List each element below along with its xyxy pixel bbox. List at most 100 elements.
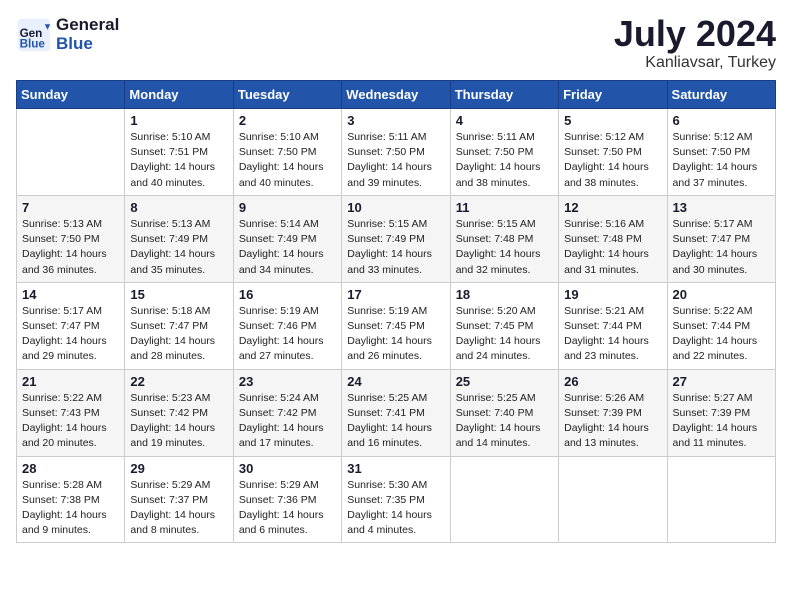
calendar-cell: 10 Sunrise: 5:15 AMSunset: 7:49 PMDayligh… <box>342 195 450 282</box>
calendar-header-saturday: Saturday <box>667 81 775 109</box>
day-info: Sunrise: 5:25 AMSunset: 7:41 PMDaylight:… <box>347 391 444 452</box>
day-number: 8 <box>130 200 227 215</box>
calendar-cell: 29 Sunrise: 5:29 AMSunset: 7:37 PMDayligh… <box>125 456 233 543</box>
day-number: 25 <box>456 374 553 389</box>
calendar-cell: 1 Sunrise: 5:10 AMSunset: 7:51 PMDaylight… <box>125 109 233 196</box>
day-info: Sunrise: 5:22 AMSunset: 7:44 PMDaylight:… <box>673 304 770 365</box>
day-number: 31 <box>347 461 444 476</box>
calendar-week-row: 28 Sunrise: 5:28 AMSunset: 7:38 PMDayligh… <box>17 456 776 543</box>
day-info: Sunrise: 5:28 AMSunset: 7:38 PMDaylight:… <box>22 478 119 539</box>
day-number: 7 <box>22 200 119 215</box>
day-number: 29 <box>130 461 227 476</box>
calendar-header-friday: Friday <box>559 81 667 109</box>
month-year-title: July 2024 <box>614 16 776 52</box>
calendar-header-row: SundayMondayTuesdayWednesdayThursdayFrid… <box>17 81 776 109</box>
calendar-cell: 23 Sunrise: 5:24 AMSunset: 7:42 PMDayligh… <box>233 369 341 456</box>
day-number: 13 <box>673 200 770 215</box>
day-info: Sunrise: 5:13 AMSunset: 7:49 PMDaylight:… <box>130 217 227 278</box>
day-info: Sunrise: 5:29 AMSunset: 7:36 PMDaylight:… <box>239 478 336 539</box>
calendar-cell: 2 Sunrise: 5:10 AMSunset: 7:50 PMDaylight… <box>233 109 341 196</box>
day-info: Sunrise: 5:19 AMSunset: 7:46 PMDaylight:… <box>239 304 336 365</box>
day-info: Sunrise: 5:16 AMSunset: 7:48 PMDaylight:… <box>564 217 661 278</box>
day-info: Sunrise: 5:17 AMSunset: 7:47 PMDaylight:… <box>22 304 119 365</box>
calendar-cell: 21Sunrise: 5:22 AMSunset: 7:43 PMDayligh… <box>17 369 125 456</box>
day-number: 23 <box>239 374 336 389</box>
day-number: 11 <box>456 200 553 215</box>
logo-blue: Blue <box>56 35 119 54</box>
day-info: Sunrise: 5:24 AMSunset: 7:42 PMDaylight:… <box>239 391 336 452</box>
calendar-cell: 25 Sunrise: 5:25 AMSunset: 7:40 PMDayligh… <box>450 369 558 456</box>
calendar-body: 1 Sunrise: 5:10 AMSunset: 7:51 PMDaylight… <box>17 109 776 543</box>
logo: Gen Blue General Blue <box>16 16 119 53</box>
calendar-cell <box>667 456 775 543</box>
calendar-header-sunday: Sunday <box>17 81 125 109</box>
day-number: 30 <box>239 461 336 476</box>
svg-text:Blue: Blue <box>20 37 46 50</box>
day-info: Sunrise: 5:21 AMSunset: 7:44 PMDaylight:… <box>564 304 661 365</box>
calendar-week-row: 7Sunrise: 5:13 AMSunset: 7:50 PMDaylight… <box>17 195 776 282</box>
calendar-cell <box>450 456 558 543</box>
day-info: Sunrise: 5:17 AMSunset: 7:47 PMDaylight:… <box>673 217 770 278</box>
day-number: 28 <box>22 461 119 476</box>
calendar-cell: 7Sunrise: 5:13 AMSunset: 7:50 PMDaylight… <box>17 195 125 282</box>
day-number: 18 <box>456 287 553 302</box>
calendar-cell: 18 Sunrise: 5:20 AMSunset: 7:45 PMDayligh… <box>450 282 558 369</box>
calendar-cell: 4Sunrise: 5:11 AMSunset: 7:50 PMDaylight… <box>450 109 558 196</box>
day-info: Sunrise: 5:25 AMSunset: 7:40 PMDaylight:… <box>456 391 553 452</box>
day-number: 4 <box>456 113 553 128</box>
day-info: Sunrise: 5:15 AMSunset: 7:49 PMDaylight:… <box>347 217 444 278</box>
day-number: 22 <box>130 374 227 389</box>
calendar-cell: 5 Sunrise: 5:12 AMSunset: 7:50 PMDaylight… <box>559 109 667 196</box>
day-number: 1 <box>130 113 227 128</box>
calendar-cell: 17 Sunrise: 5:19 AMSunset: 7:45 PMDayligh… <box>342 282 450 369</box>
day-number: 6 <box>673 113 770 128</box>
calendar-cell: 14 Sunrise: 5:17 AMSunset: 7:47 PMDayligh… <box>17 282 125 369</box>
day-number: 17 <box>347 287 444 302</box>
calendar-cell: 6Sunrise: 5:12 AMSunset: 7:50 PMDaylight… <box>667 109 775 196</box>
calendar-cell: 16 Sunrise: 5:19 AMSunset: 7:46 PMDayligh… <box>233 282 341 369</box>
calendar-cell: 27Sunrise: 5:27 AMSunset: 7:39 PMDayligh… <box>667 369 775 456</box>
day-number: 26 <box>564 374 661 389</box>
calendar-cell: 24Sunrise: 5:25 AMSunset: 7:41 PMDayligh… <box>342 369 450 456</box>
day-info: Sunrise: 5:29 AMSunset: 7:37 PMDaylight:… <box>130 478 227 539</box>
day-info: Sunrise: 5:18 AMSunset: 7:47 PMDaylight:… <box>130 304 227 365</box>
logo-text: General Blue <box>56 16 119 53</box>
calendar-cell: 15 Sunrise: 5:18 AMSunset: 7:47 PMDayligh… <box>125 282 233 369</box>
day-info: Sunrise: 5:20 AMSunset: 7:45 PMDaylight:… <box>456 304 553 365</box>
calendar-cell: 22 Sunrise: 5:23 AMSunset: 7:42 PMDayligh… <box>125 369 233 456</box>
day-info: Sunrise: 5:30 AMSunset: 7:35 PMDaylight:… <box>347 478 444 539</box>
day-number: 20 <box>673 287 770 302</box>
day-info: Sunrise: 5:11 AMSunset: 7:50 PMDaylight:… <box>347 130 444 191</box>
calendar-cell: 12Sunrise: 5:16 AMSunset: 7:48 PMDayligh… <box>559 195 667 282</box>
calendar-header-monday: Monday <box>125 81 233 109</box>
day-info: Sunrise: 5:26 AMSunset: 7:39 PMDaylight:… <box>564 391 661 452</box>
location-subtitle: Kanliavsar, Turkey <box>614 54 776 72</box>
calendar-table: SundayMondayTuesdayWednesdayThursdayFrid… <box>16 80 776 543</box>
day-number: 10 <box>347 200 444 215</box>
day-info: Sunrise: 5:14 AMSunset: 7:49 PMDaylight:… <box>239 217 336 278</box>
day-info: Sunrise: 5:19 AMSunset: 7:45 PMDaylight:… <box>347 304 444 365</box>
day-number: 2 <box>239 113 336 128</box>
day-info: Sunrise: 5:23 AMSunset: 7:42 PMDaylight:… <box>130 391 227 452</box>
day-info: Sunrise: 5:10 AMSunset: 7:51 PMDaylight:… <box>130 130 227 191</box>
day-info: Sunrise: 5:10 AMSunset: 7:50 PMDaylight:… <box>239 130 336 191</box>
day-number: 27 <box>673 374 770 389</box>
calendar-cell: 19Sunrise: 5:21 AMSunset: 7:44 PMDayligh… <box>559 282 667 369</box>
logo-general: General <box>56 16 119 35</box>
day-info: Sunrise: 5:12 AMSunset: 7:50 PMDaylight:… <box>564 130 661 191</box>
day-number: 16 <box>239 287 336 302</box>
day-number: 14 <box>22 287 119 302</box>
day-info: Sunrise: 5:15 AMSunset: 7:48 PMDaylight:… <box>456 217 553 278</box>
page-header: Gen Blue General Blue July 2024 Kanliavs… <box>16 16 776 72</box>
calendar-cell: 30 Sunrise: 5:29 AMSunset: 7:36 PMDayligh… <box>233 456 341 543</box>
calendar-cell <box>559 456 667 543</box>
day-number: 5 <box>564 113 661 128</box>
calendar-cell: 26 Sunrise: 5:26 AMSunset: 7:39 PMDayligh… <box>559 369 667 456</box>
calendar-cell <box>17 109 125 196</box>
calendar-cell: 11 Sunrise: 5:15 AMSunset: 7:48 PMDayligh… <box>450 195 558 282</box>
calendar-cell: 3Sunrise: 5:11 AMSunset: 7:50 PMDaylight… <box>342 109 450 196</box>
day-number: 15 <box>130 287 227 302</box>
calendar-cell: 9Sunrise: 5:14 AMSunset: 7:49 PMDaylight… <box>233 195 341 282</box>
calendar-cell: 20 Sunrise: 5:22 AMSunset: 7:44 PMDayligh… <box>667 282 775 369</box>
day-info: Sunrise: 5:22 AMSunset: 7:43 PMDaylight:… <box>22 391 119 452</box>
